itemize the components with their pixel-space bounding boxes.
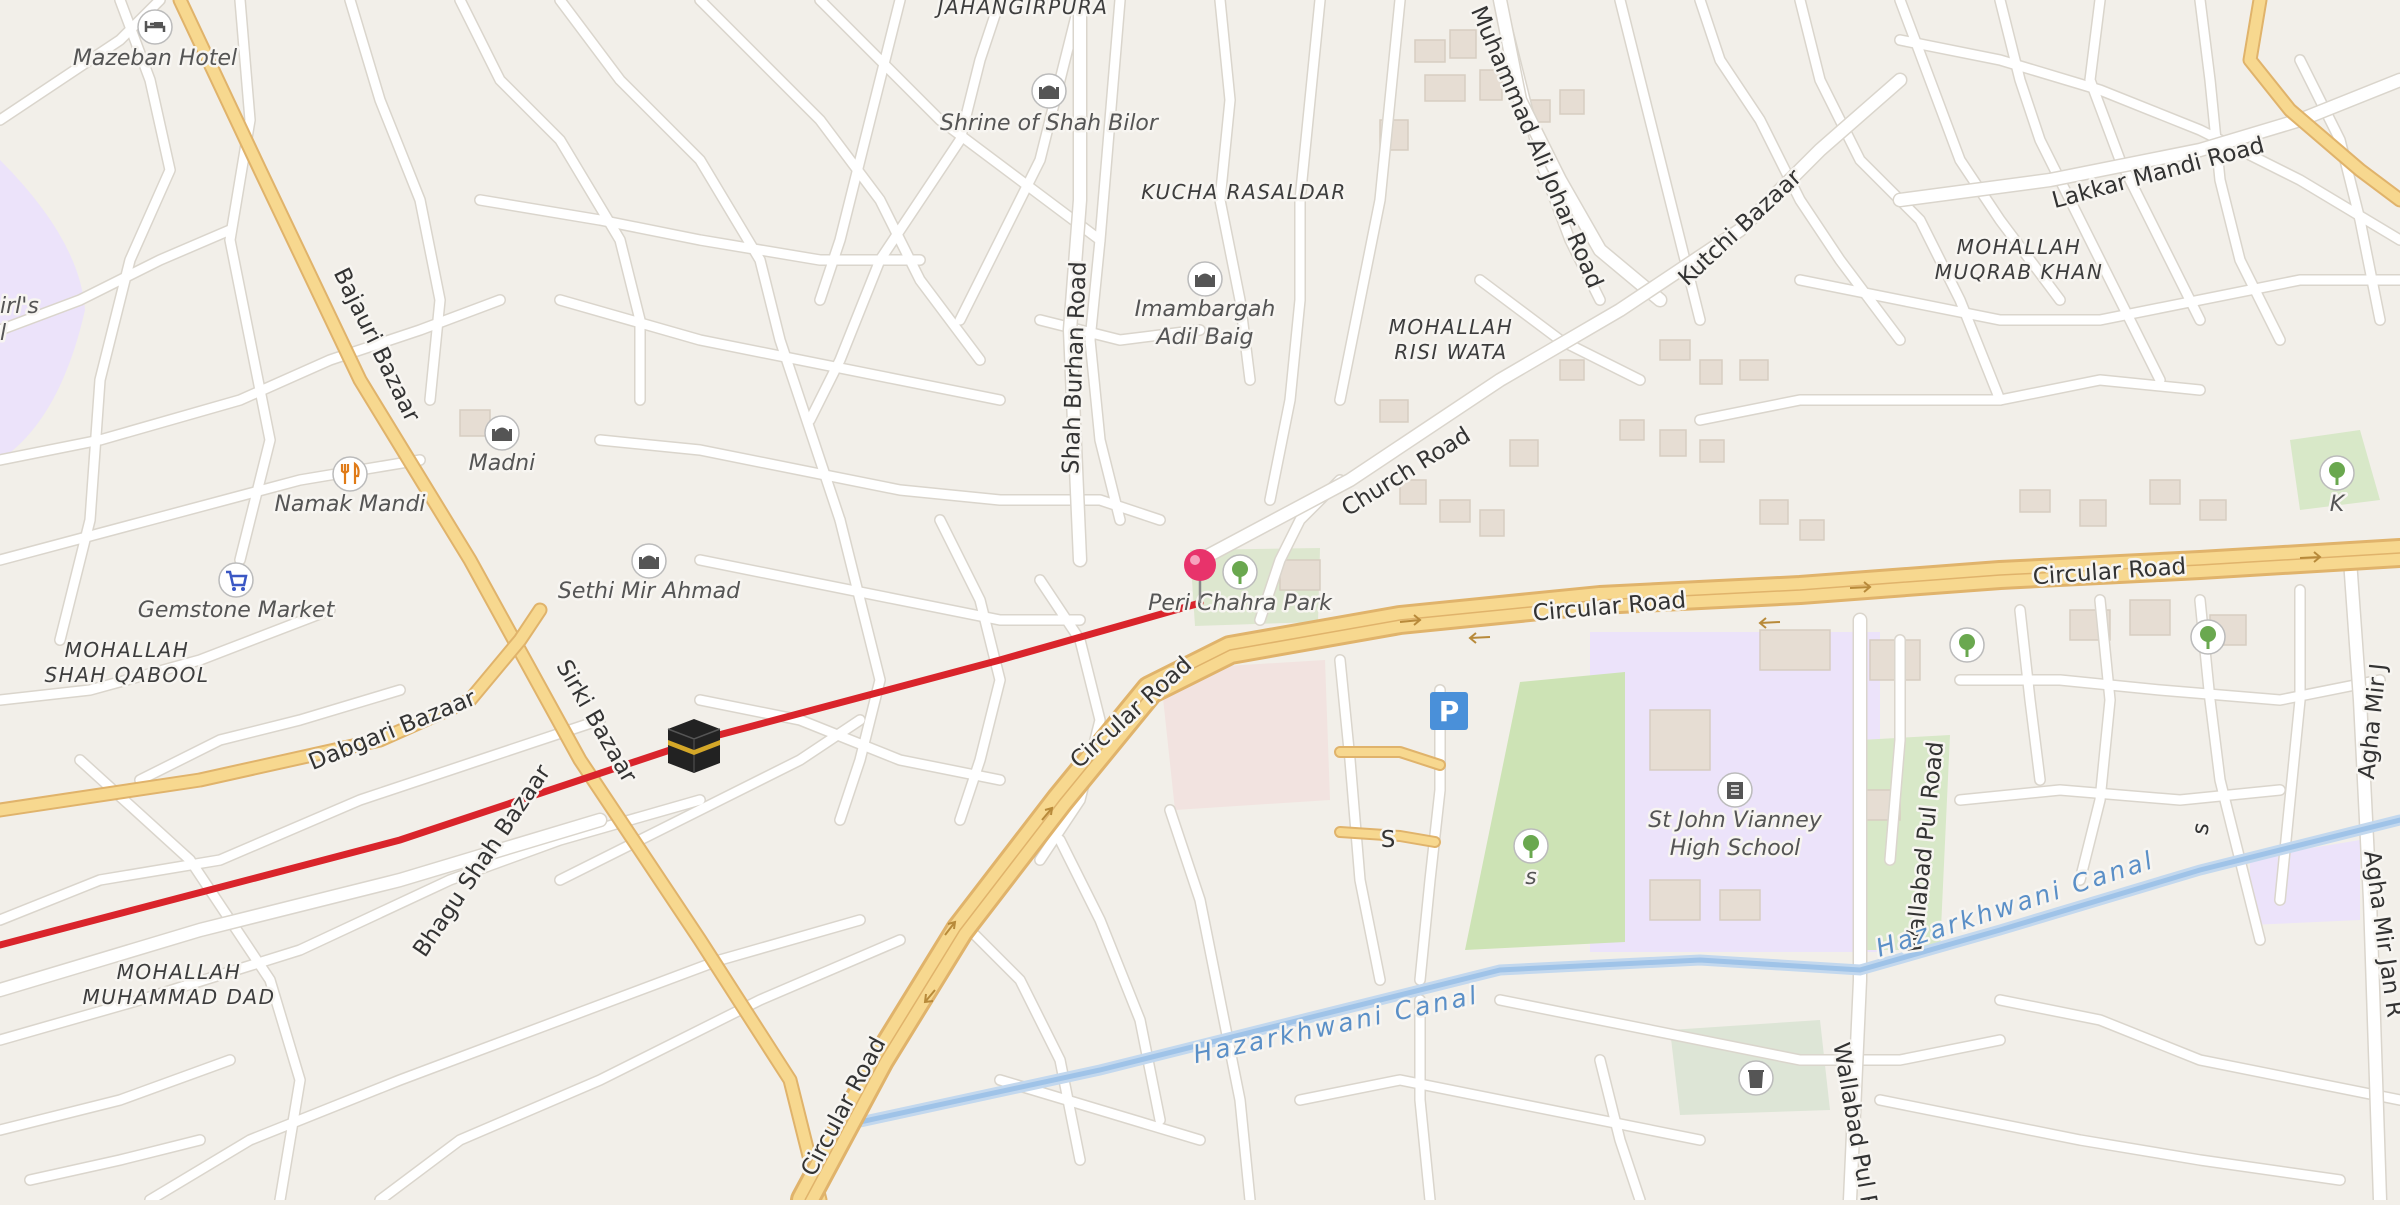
tree-icon[interactable] — [1222, 554, 1258, 590]
shrine-icon[interactable] — [1187, 261, 1223, 297]
area-label-risi-wata-1: MOHALLAH — [1389, 315, 1514, 339]
tree-icon[interactable] — [2190, 619, 2226, 655]
bed-icon[interactable] — [137, 9, 173, 45]
park-area — [1465, 672, 1625, 950]
poi-label-s: s — [1525, 865, 1536, 890]
road-label-s-2: S — [1381, 827, 1396, 853]
tree-icon[interactable] — [1513, 828, 1549, 864]
area-label-muqrab-khan-1: MOHALLAH — [1957, 235, 2082, 259]
school-icon[interactable] — [1717, 772, 1753, 808]
area-label-risi-wata-2: RISI WATA — [1394, 340, 1507, 364]
map-canvas[interactable]: JAHANGIRPURA KUCHA RASALDAR MOHALLAH MUQ… — [0, 0, 2400, 1205]
area-label-muqrab-khan-2: MUQRAB KHAN — [1935, 260, 2104, 284]
parking-label: P — [1439, 695, 1460, 728]
area-label-shah-qabool-1: MOHALLAH — [65, 638, 190, 662]
poi-label-madni: Madni — [469, 451, 535, 476]
tree-icon[interactable] — [1949, 627, 1985, 663]
road-label-bhagu-shah-bazaar: Bhagu Shah Bazaar — [408, 760, 556, 962]
shrine-icon[interactable] — [1031, 73, 1067, 109]
tree-icon[interactable] — [2319, 455, 2355, 491]
shopping-cart-icon[interactable] — [218, 562, 254, 598]
poi-label-girls-partial-2: l — [0, 321, 6, 346]
restaurant-icon[interactable] — [332, 456, 368, 492]
road-label-s-1: s — [2187, 821, 2215, 837]
poi-label-sethi-mir-ahmad: Sethi Mir Ahmad — [558, 579, 741, 604]
area-label-kucha-rasaldar: KUCHA RASALDAR — [1141, 180, 1347, 204]
area-label-muhammad-dad-1: MOHALLAH — [117, 960, 242, 984]
waste-basket-icon[interactable] — [1738, 1060, 1774, 1096]
area-label-muhammad-dad-2: MUHAMMAD DAD — [82, 985, 275, 1009]
poi-label-gemstone-market: Gemstone Market — [138, 598, 336, 623]
parking-icon[interactable]: P — [1430, 692, 1468, 730]
poi-label-imambargah: Imambargah — [1135, 297, 1276, 322]
kaaba-icon[interactable] — [667, 719, 721, 773]
road-label-dabgari-bazaar: Dabgari Bazaar — [305, 685, 480, 776]
shrine-icon[interactable] — [631, 543, 667, 579]
poi-label-namak-mandi: Namak Mandi — [274, 492, 425, 517]
mosque-icon[interactable] — [484, 415, 520, 451]
area-label-jahangirpura: JAHANGIRPURA — [934, 0, 1109, 19]
road-label-shah-burhan-road: Shah Burhan Road — [1058, 261, 1091, 475]
poi-label-girls-partial: irl's — [0, 294, 39, 319]
road-label-kutchi-bazaar: Kutchi Bazaar — [1674, 164, 1808, 291]
poi-label-peri-chahra-park: Peri Chahra Park — [1148, 591, 1333, 616]
canal-label-1: Hazarkhwani Canal — [1191, 980, 1482, 1069]
road-label-muhammad-ali-johar-road: Muhammad Ali Johar Road — [1465, 2, 1608, 292]
poi-label-adil-baig: Adil Baig — [1155, 325, 1254, 350]
area-label-shah-qabool-2: SHAH QABOOL — [44, 663, 209, 687]
poi-label-mazeban-hotel: Mazeban Hotel — [73, 46, 237, 71]
poi-label-shrine-of-shah-bilor: Shrine of Shah Bilor — [940, 111, 1160, 136]
poi-label-st-john-vianney: St John Vianney — [1648, 808, 1822, 833]
poi-label-k: K — [2330, 492, 2346, 517]
poi-label-high-school: High School — [1670, 836, 1801, 861]
